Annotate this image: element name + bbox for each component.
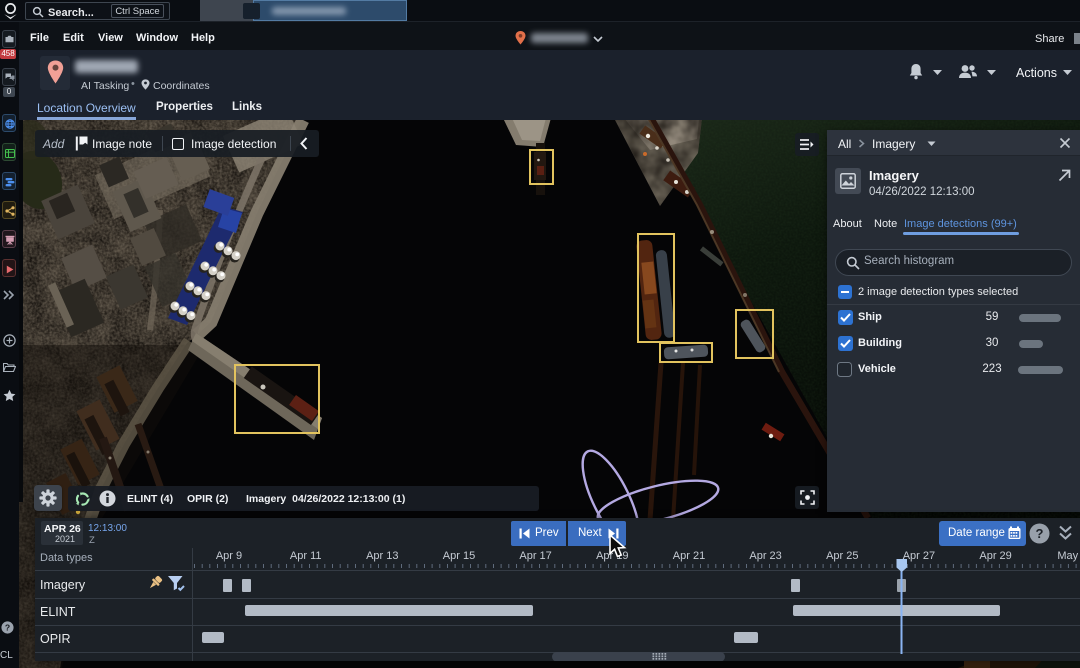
svg-text:Apr 15: Apr 15 [443, 550, 475, 562]
svg-text:Apr 21: Apr 21 [673, 550, 705, 562]
svg-text:?: ? [5, 623, 10, 633]
svg-text:Apr 25: Apr 25 [826, 550, 858, 562]
svg-text:Apr 29: Apr 29 [979, 550, 1011, 562]
svg-text:May 1: May 1 [1057, 550, 1080, 562]
svg-text:Apr 27: Apr 27 [903, 550, 935, 562]
svg-text:Apr 11: Apr 11 [290, 550, 322, 562]
svg-text:Apr 23: Apr 23 [749, 550, 781, 562]
svg-text:Apr 9: Apr 9 [216, 550, 242, 562]
svg-text:Apr 13: Apr 13 [366, 550, 398, 562]
svg-text:Apr 17: Apr 17 [519, 550, 551, 562]
